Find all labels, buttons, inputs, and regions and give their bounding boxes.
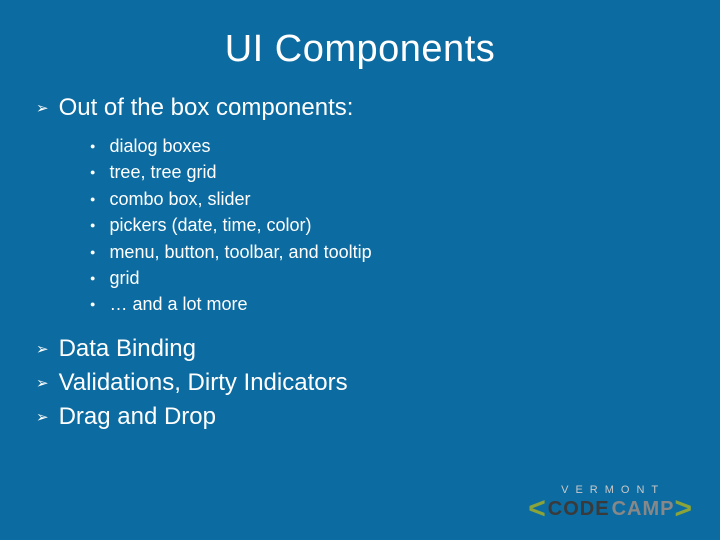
sub-bullet-item: ● grid	[90, 267, 720, 290]
round-bullet-icon: ●	[90, 167, 95, 177]
sub-bullet-item: ● dialog boxes	[90, 135, 720, 158]
round-bullet-icon: ●	[90, 220, 95, 230]
logo-bottom-row: < CODE CAMP >	[528, 494, 692, 524]
round-bullet-icon: ●	[90, 299, 95, 309]
vermont-code-camp-logo: VERMONT < CODE CAMP >	[528, 484, 692, 524]
round-bullet-icon: ●	[90, 194, 95, 204]
bullet-label: Validations, Dirty Indicators	[59, 368, 348, 398]
sub-bullet-label: dialog boxes	[109, 135, 210, 158]
sub-bullet-label: menu, button, toolbar, and tooltip	[109, 241, 371, 264]
arrow-bullet-icon: ➢	[36, 99, 49, 117]
sub-bullet-label: pickers (date, time, color)	[109, 214, 311, 237]
bullet-item: ➢ Validations, Dirty Indicators	[36, 368, 720, 398]
sub-bullet-label: combo box, slider	[109, 188, 250, 211]
logo-code-text: CODE	[546, 499, 612, 519]
slide-title: UI Components	[0, 0, 720, 91]
angle-right-icon: >	[674, 494, 692, 524]
sub-bullet-label: tree, tree grid	[109, 161, 216, 184]
arrow-bullet-icon: ➢	[36, 374, 49, 392]
sub-bullet-label: … and a lot more	[109, 293, 247, 316]
bullet-item: ➢ Data Binding	[36, 334, 720, 364]
logo-camp-text: CAMP	[612, 499, 675, 519]
round-bullet-icon: ●	[90, 273, 95, 283]
sub-bullet-list: ● dialog boxes ● tree, tree grid ● combo…	[36, 129, 720, 334]
slide-content: ➢ Out of the box components: ● dialog bo…	[0, 91, 720, 432]
sub-bullet-label: grid	[109, 267, 139, 290]
arrow-bullet-icon: ➢	[36, 408, 49, 426]
bullet-label: Data Binding	[59, 334, 196, 364]
bullet-label: Out of the box components:	[59, 93, 354, 123]
angle-left-icon: <	[528, 494, 546, 524]
slide: UI Components ➢ Out of the box component…	[0, 0, 720, 540]
bullet-item: ➢ Drag and Drop	[36, 402, 720, 432]
sub-bullet-item: ● … and a lot more	[90, 293, 720, 316]
sub-bullet-item: ● pickers (date, time, color)	[90, 214, 720, 237]
sub-bullet-item: ● tree, tree grid	[90, 161, 720, 184]
bullet-item: ➢ Out of the box components:	[36, 93, 720, 123]
round-bullet-icon: ●	[90, 247, 95, 257]
sub-bullet-item: ● combo box, slider	[90, 188, 720, 211]
round-bullet-icon: ●	[90, 141, 95, 151]
sub-bullet-item: ● menu, button, toolbar, and tooltip	[90, 241, 720, 264]
arrow-bullet-icon: ➢	[36, 340, 49, 358]
bullet-label: Drag and Drop	[59, 402, 216, 432]
